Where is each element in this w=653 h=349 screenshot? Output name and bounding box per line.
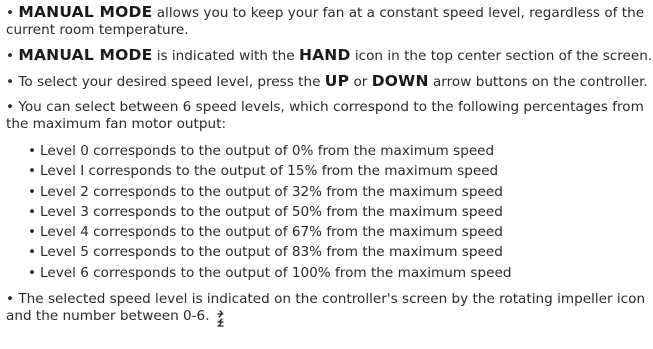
keyword-hand: HAND xyxy=(298,46,351,64)
paragraph-manual-mode-intro: • MANUAL MODE allows you to keep your fa… xyxy=(6,4,647,39)
list-item: • Level I corresponds to the output of 15… xyxy=(28,161,647,181)
paragraph-text: arrow buttons on the controller. xyxy=(428,74,648,90)
paragraph-text-continued: the maximum fan motor output: xyxy=(6,116,227,132)
bullet: • xyxy=(6,74,15,90)
keyword-down: DOWN xyxy=(371,72,429,90)
list-item: • Level 6 corresponds to the output of 10… xyxy=(28,263,647,283)
keyword-up: UP xyxy=(324,72,350,90)
speed-level-list: • Level 0 corresponds to the output of 0%… xyxy=(28,141,647,283)
paragraph-text: allows you to keep your fan at a constan… xyxy=(152,5,645,21)
list-item: • Level 4 corresponds to the output of 67… xyxy=(28,222,647,242)
list-item-text: Level 4 corresponds to the output of 67%… xyxy=(40,224,503,241)
list-item: • Level 2 corresponds to the output of 32… xyxy=(28,182,647,202)
list-bullet: • xyxy=(28,183,37,200)
paragraph-impeller-indicator: • The selected speed level is indicated … xyxy=(6,291,647,328)
paragraph-text: is indicated with the xyxy=(152,48,299,64)
paragraph-select-speed: • To select your desired speed level, pr… xyxy=(6,72,648,91)
list-item-text: Level 0 corresponds to the output of 0% … xyxy=(40,143,495,159)
document-page: • MANUAL MODE allows you to keep your fa… xyxy=(6,4,652,336)
list-bullet: • xyxy=(28,224,37,241)
list-item-text: Level 6 corresponds to the output of 100… xyxy=(40,264,512,281)
list-item-text: Level 2 corresponds to the output of 32%… xyxy=(40,183,503,200)
bullet: • xyxy=(6,291,15,308)
paragraph-text: or xyxy=(349,74,372,90)
list-item: • Level 3 corresponds to the output of 50… xyxy=(28,202,647,222)
paragraph-text-continued: and the number between 0-6. xyxy=(6,308,210,325)
paragraph-speed-levels-intro: • You can select between 6 speed levels,… xyxy=(6,99,647,133)
list-bullet: • xyxy=(28,264,37,281)
keyword-manual-mode: MANUAL MODE xyxy=(18,46,153,64)
list-bullet: • xyxy=(28,143,37,159)
list-item: • Level 5 corresponds to the output of 83… xyxy=(28,242,647,262)
list-bullet: • xyxy=(28,163,37,180)
bullet: • xyxy=(6,99,15,115)
paragraph-text: To select your desired speed level, pres… xyxy=(14,74,325,90)
paragraph-text: The selected speed level is indicated on… xyxy=(14,291,646,308)
bullet: • xyxy=(6,5,15,21)
paragraph-text-continued: current room temperature. xyxy=(6,22,189,38)
list-item: • Level 0 corresponds to the output of 0%… xyxy=(28,141,647,161)
paragraph-text: icon in the top center section of the sc… xyxy=(350,48,653,64)
keyword-manual-mode: MANUAL MODE xyxy=(18,3,153,21)
impeller-icon xyxy=(215,310,227,328)
list-item-text: Level I corresponds to the output of 15%… xyxy=(40,163,499,180)
list-bullet: • xyxy=(28,244,37,261)
paragraph-text: You can select between 6 speed levels, w… xyxy=(14,99,644,115)
list-bullet: • xyxy=(28,203,37,220)
list-item-text: Level 5 corresponds to the output of 83%… xyxy=(40,244,503,261)
bullet: • xyxy=(6,48,15,64)
paragraph-manual-mode-icon: • MANUAL MODE is indicated with the HAND… xyxy=(6,46,652,65)
list-item-text: Level 3 corresponds to the output of 50%… xyxy=(40,203,503,220)
